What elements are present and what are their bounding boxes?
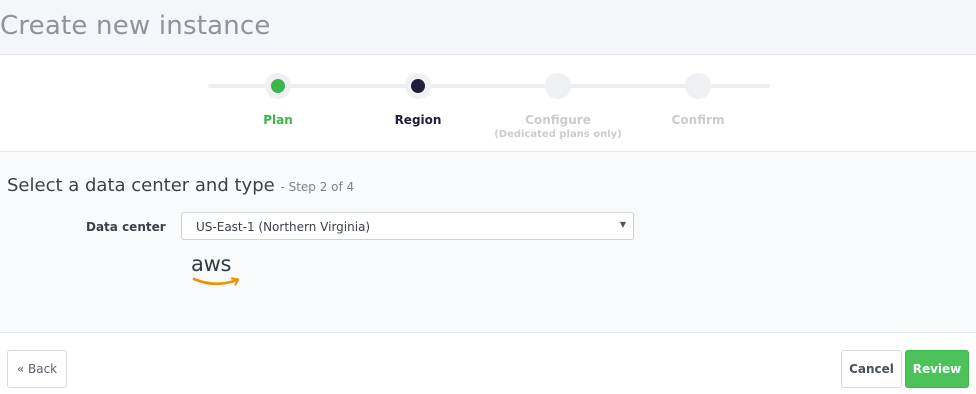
- page-title: Create new instance: [0, 11, 271, 41]
- step-configure: Configure (Dedicated plans only): [478, 73, 638, 140]
- step-confirm: Confirm: [618, 73, 778, 127]
- data-center-selected-value: US-East-1 (Northern Virginia): [196, 220, 371, 234]
- step-plan-indicator: [265, 73, 291, 99]
- step-plan-label: Plan: [263, 113, 293, 127]
- cancel-button[interactable]: Cancel: [841, 350, 902, 388]
- section-heading: Select a data center and type: [7, 175, 275, 196]
- back-button[interactable]: « Back: [7, 350, 67, 388]
- step-counter: - Step 2 of 4: [280, 180, 355, 194]
- page-header: Create new instance: [0, 0, 976, 55]
- step-region-indicator: [405, 73, 431, 99]
- step-configure-label: Configure: [525, 113, 591, 127]
- step-plan[interactable]: Plan: [198, 73, 358, 127]
- step-confirm-label: Confirm: [671, 113, 725, 127]
- caret-down-icon: ▼: [619, 220, 626, 229]
- step-region[interactable]: Region: [338, 73, 498, 127]
- data-center-select[interactable]: US-East-1 (Northern Virginia) ▼: [181, 212, 634, 240]
- progress-stepper: Plan Region Configure (Dedicated plans o…: [0, 55, 976, 150]
- step-confirm-indicator: [685, 73, 711, 99]
- aws-logo: aws: [191, 253, 245, 289]
- section-title: Select a data center and type - Step 2 o…: [7, 175, 354, 196]
- step-configure-indicator: [545, 73, 571, 99]
- aws-wordmark: aws: [191, 252, 232, 276]
- step-configure-sublabel: (Dedicated plans only): [494, 129, 622, 140]
- step-region-label: Region: [394, 113, 442, 127]
- data-center-label: Data center: [86, 220, 166, 234]
- review-button[interactable]: Review: [905, 350, 969, 388]
- aws-smile-icon: [192, 277, 240, 286]
- footer-divider: [0, 332, 976, 333]
